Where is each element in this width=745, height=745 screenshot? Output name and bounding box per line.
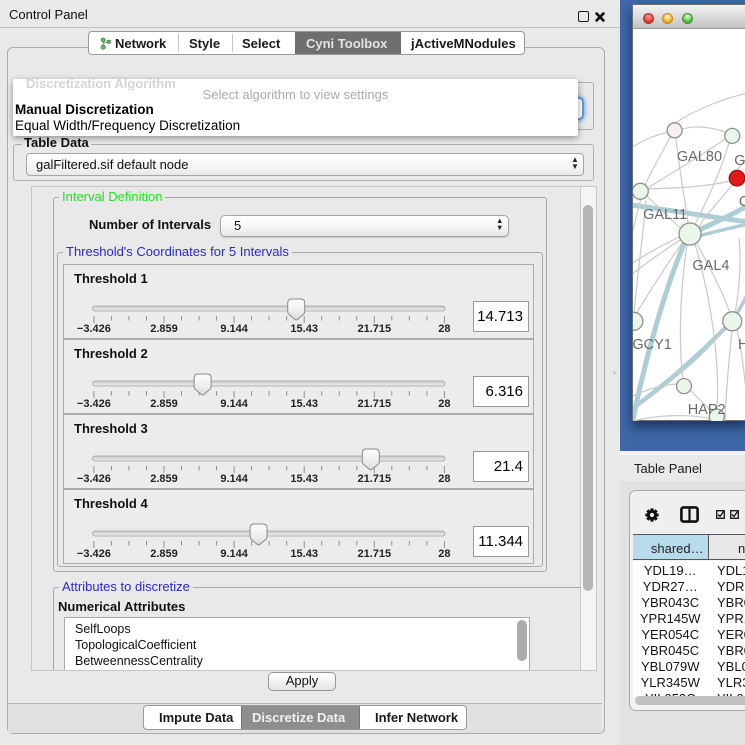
svg-text:GAL11: GAL11 — [643, 207, 687, 223]
svg-text:GAL4: GAL4 — [692, 258, 729, 274]
svg-text:H: H — [738, 337, 745, 353]
svg-text:HAP2: HAP2 — [688, 402, 726, 418]
svg-text:GAL80: GAL80 — [677, 149, 722, 165]
svg-text:GCY1: GCY1 — [633, 337, 672, 353]
svg-text:C: C — [739, 194, 745, 210]
svg-text:GA: GA — [734, 153, 745, 169]
